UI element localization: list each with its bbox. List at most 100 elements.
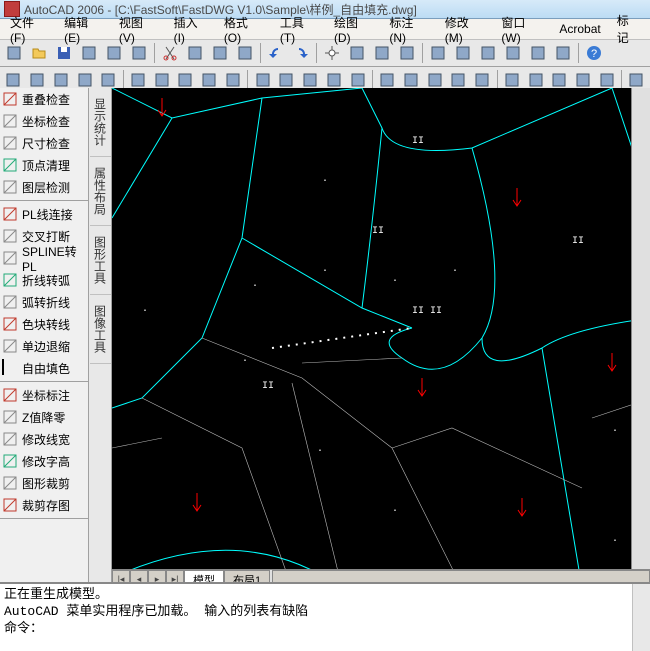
tool-icon [2, 338, 18, 354]
tool-裁剪存图[interactable]: 裁剪存图 [0, 494, 88, 516]
svg-text:II: II [262, 381, 274, 392]
tool-label: 修改线宽 [22, 431, 70, 448]
qcalc-button[interactable] [551, 41, 575, 65]
zoom-win-button[interactable] [370, 41, 394, 65]
svg-text:II: II [412, 136, 424, 147]
svg-text:II: II [572, 236, 584, 247]
svg-text:?: ? [591, 48, 597, 60]
tool-icon [2, 316, 18, 332]
tool-icon [2, 113, 18, 129]
drawing-svg: II · II · · · · II II II · · II · · · · [112, 88, 650, 588]
vtab-2[interactable]: 图形工具 [90, 226, 111, 295]
zoom-prev-button[interactable] [395, 41, 419, 65]
cmd-scrollbar[interactable] [632, 584, 650, 651]
help-button[interactable]: ? [582, 41, 606, 65]
sheet-button[interactable] [501, 41, 525, 65]
menu-标记[interactable]: 标记 [609, 10, 648, 48]
svg-text:·: · [317, 446, 323, 457]
svg-text:·: · [452, 266, 458, 277]
tool-icon [2, 360, 18, 376]
svg-text:·: · [392, 506, 398, 517]
tool-icon [2, 135, 18, 151]
tool-label: 折线转弧 [22, 272, 70, 289]
vtab-0[interactable]: 显示统计 [90, 88, 111, 157]
tool-icon [2, 409, 18, 425]
svg-text:·: · [242, 356, 248, 367]
pan-button[interactable] [320, 41, 344, 65]
zoom-rt-button[interactable] [345, 41, 369, 65]
svg-text:·: · [612, 426, 618, 437]
cut-button[interactable] [158, 41, 182, 65]
svg-text:·: · [142, 306, 148, 317]
tool-label: 顶点清理 [22, 157, 70, 174]
menu-bar: 文件(F)编辑(E)视图(V)插入(I)格式(O)工具(T)绘图(D)标注(N)… [0, 19, 650, 40]
tool-icon [2, 250, 18, 266]
vertical-scrollbar[interactable] [631, 88, 650, 570]
redo-button[interactable] [289, 41, 313, 65]
tool-label: Z值降零 [22, 409, 65, 426]
tool-icon [2, 228, 18, 244]
tool-label: 单边退缩 [22, 338, 70, 355]
tool-label: 裁剪存图 [22, 497, 70, 514]
tool-折线转弧[interactable]: 折线转弧 [0, 269, 88, 291]
tool-自由填色[interactable]: 自由填色 [0, 357, 88, 379]
tool-label: 图形裁剪 [22, 475, 70, 492]
markup-button[interactable] [526, 41, 550, 65]
paste-button[interactable] [208, 41, 232, 65]
tool-icon [2, 179, 18, 195]
drawing-canvas[interactable]: II · II · · · · II II II · · II · · · · … [112, 88, 650, 588]
tool-label: 坐标检查 [22, 113, 70, 130]
tool-label: 自由填色 [22, 360, 70, 377]
tool-icon [2, 387, 18, 403]
tool-pal-button[interactable] [476, 41, 500, 65]
vtab-1[interactable]: 属性布局 [90, 157, 111, 226]
tool-icon [2, 206, 18, 222]
vtab-3[interactable]: 图像工具 [90, 295, 111, 364]
tool-色块转线[interactable]: 色块转线 [0, 313, 88, 335]
plot-button[interactable] [77, 41, 101, 65]
toolbar-1: ? [0, 40, 650, 67]
tool-弧转折线[interactable]: 弧转折线 [0, 291, 88, 313]
cmd-prompt: 命令： [4, 620, 646, 637]
svg-text:·: · [322, 266, 328, 277]
tool-图形裁剪[interactable]: 图形裁剪 [0, 472, 88, 494]
match-button[interactable] [233, 41, 257, 65]
save-button[interactable] [52, 41, 76, 65]
open-button[interactable] [27, 41, 51, 65]
tool-坐标标注[interactable]: 坐标标注 [0, 384, 88, 406]
props-button[interactable] [426, 41, 450, 65]
svg-text:·: · [612, 536, 618, 547]
tool-SPLINE转PL[interactable]: SPLINE转PL [0, 247, 88, 269]
undo-button[interactable] [264, 41, 288, 65]
tool-PL线连接[interactable]: PL线连接 [0, 203, 88, 225]
new-button[interactable] [2, 41, 26, 65]
copy-button[interactable] [183, 41, 207, 65]
tool-label: 坐标标注 [22, 387, 70, 404]
tool-icon [2, 157, 18, 173]
tool-修改字高[interactable]: 修改字高 [0, 450, 88, 472]
publish-button[interactable] [127, 41, 151, 65]
dcenter-button[interactable] [451, 41, 475, 65]
tool-label: PL线连接 [22, 206, 73, 223]
command-window[interactable]: 正在重生成模型。 AutoCAD 菜单实用程序已加载。 输入的列表有缺陷 命令： [0, 582, 650, 651]
tool-Z值降零[interactable]: Z值降零 [0, 406, 88, 428]
main-area: 重叠检查坐标检查尺寸检查顶点清理图层检测PL线连接交叉打断SPLINE转PL折线… [0, 88, 650, 588]
tool-重叠检查[interactable]: 重叠检查 [0, 88, 88, 110]
tool-坐标检查[interactable]: 坐标检查 [0, 110, 88, 132]
cmd-line: AutoCAD 菜单实用程序已加载。 输入的列表有缺陷 [4, 603, 646, 620]
preview-button[interactable] [102, 41, 126, 65]
tool-尺寸检查[interactable]: 尺寸检查 [0, 132, 88, 154]
svg-text:·: · [392, 276, 398, 287]
tool-图层检测[interactable]: 图层检测 [0, 176, 88, 198]
tool-修改线宽[interactable]: 修改线宽 [0, 428, 88, 450]
svg-text:II II: II II [412, 306, 442, 317]
left-tool-palette: 重叠检查坐标检查尺寸检查顶点清理图层检测PL线连接交叉打断SPLINE转PL折线… [0, 88, 89, 588]
vertical-tab-strip: 显示统计属性布局图形工具图像工具 [89, 88, 112, 588]
tool-label: 图层检测 [22, 179, 70, 196]
tool-label: 弧转折线 [22, 294, 70, 311]
tool-顶点清理[interactable]: 顶点清理 [0, 154, 88, 176]
cmd-line: 正在重生成模型。 [4, 586, 646, 603]
menu-acrobat[interactable]: Acrobat [551, 20, 608, 38]
tool-单边退缩[interactable]: 单边退缩 [0, 335, 88, 357]
tool-icon [2, 453, 18, 469]
